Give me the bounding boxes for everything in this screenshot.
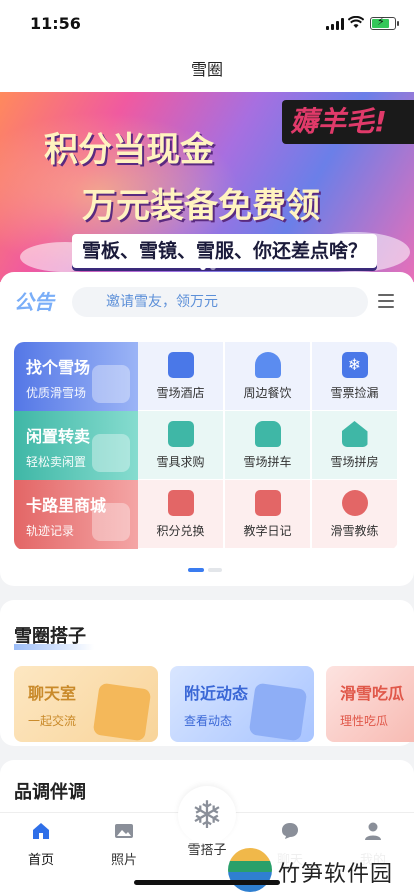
features-card: 公告 邀请雪友，领万元 找个雪场 优质滑雪场 闲置转卖 轻松卖闲置 卡路里商城 … (0, 272, 414, 586)
chat-icon (282, 823, 298, 839)
banner-headline-2: 万元装备免费领 (82, 186, 320, 226)
grid-item-carpool[interactable]: 雪场拼车 (225, 411, 311, 480)
resell-card[interactable]: 闲置转卖 轻松卖闲置 (14, 411, 138, 480)
notice-search[interactable]: 邀请雪友，领万元 (72, 287, 368, 317)
grid-item-label: 雪场酒店 (156, 386, 205, 400)
points-book-icon (167, 490, 194, 516)
grid-item-tickets[interactable]: ❄ 雪票捡漏 (312, 342, 398, 411)
watermark-logo-icon (228, 848, 272, 892)
battery-charging-icon: ⚡ (370, 15, 399, 30)
menu-icon[interactable] (378, 294, 394, 308)
banner-pagination (200, 264, 216, 270)
feature-grid: 找个雪场 优质滑雪场 闲置转卖 轻松卖闲置 卡路里商城 轨迹记录 雪场酒店 周边… (14, 342, 398, 550)
shopping-bag-icon (92, 503, 130, 541)
gossip-tile[interactable]: 滑雪吃瓜 理性吃瓜 (326, 666, 414, 742)
calendar-icon (254, 490, 281, 516)
ski-gear-icon (167, 421, 194, 447)
grid-item-label: 积分兑换 (156, 524, 205, 538)
grid-item-hotel[interactable]: 雪场酒店 (138, 342, 224, 411)
tile-subtitle: 理性吃瓜 (340, 714, 389, 728)
grid-item-diary[interactable]: 教学日记 (225, 480, 311, 549)
banner-headline-1: 积分当现金 (44, 130, 214, 170)
grid-item-label: 教学日记 (243, 524, 292, 538)
tab-home[interactable]: 首页 (6, 821, 76, 868)
photo-icon (115, 824, 133, 838)
skier-icon (341, 490, 368, 516)
grid-item-points[interactable]: 积分兑换 (138, 480, 224, 549)
chatroom-tile[interactable]: 聊天室 一起交流 (14, 666, 158, 742)
profile-icon (365, 822, 381, 840)
exchange-icon (92, 434, 130, 472)
tab-label: 照片 (110, 853, 137, 868)
grid-item-room-share[interactable]: 雪场拼房 (312, 411, 398, 480)
wifi-icon (348, 16, 364, 28)
tile-title: 滑雪吃瓜 (340, 684, 405, 703)
banner-tag: 薅羊毛! (282, 100, 414, 144)
watermark-text: 竹笋软件园 (278, 862, 394, 887)
dining-bell-icon (254, 352, 281, 378)
grid-item-label: 雪具求购 (156, 455, 205, 469)
status-time: 11:56 (30, 14, 81, 33)
nav-bar: 雪圈 (0, 48, 414, 92)
grid-item-label: 雪场拼房 (330, 455, 379, 469)
status-bar: 11:56 ⚡ (0, 0, 414, 48)
section-heading: 品调伴调 (14, 782, 86, 803)
skier-icon (92, 365, 130, 403)
grid-item-label: 雪场拼车 (243, 455, 292, 469)
tab-label: 首页 (27, 853, 54, 868)
section-heading: 雪圈搭子 (14, 622, 94, 650)
snowflake-ticket-icon: ❄ (341, 352, 368, 378)
snowflake-icon[interactable]: ❄ (178, 786, 236, 844)
hotel-icon (167, 352, 194, 378)
nearby-tile[interactable]: 附近动态 查看动态 (170, 666, 314, 742)
calorie-mall-card[interactable]: 卡路里商城 轨迹记录 (14, 480, 138, 549)
grid-pagination (188, 568, 222, 572)
promo-banner[interactable]: 薅羊毛! 积分当现金 万元装备免费领 雪板、雪镜、雪服、你还差点啥？ (0, 92, 414, 282)
shopping-bag-icon (92, 682, 152, 742)
banner-slogan: 雪板、雪镜、雪服、你还差点啥？ (72, 234, 378, 268)
notice-bar: 公告 邀请雪友，领万元 (14, 286, 400, 318)
watermark: 竹笋软件园 (226, 846, 414, 896)
house-icon (341, 421, 368, 447)
notice-logo: 公告 (14, 290, 54, 314)
cellular-signal-icon (326, 18, 344, 30)
grid-item-label: 周边餐饮 (243, 386, 292, 400)
location-pin-icon (248, 682, 308, 742)
partners-section: 雪圈搭子 聊天室 一起交流 附近动态 查看动态 滑雪吃瓜 理性吃瓜 (0, 600, 414, 746)
car-icon (254, 421, 281, 447)
home-icon (33, 823, 49, 839)
find-ski-resort-card[interactable]: 找个雪场 优质滑雪场 (14, 342, 138, 411)
grid-item-dining[interactable]: 周边餐饮 (225, 342, 311, 411)
grid-item-gear-buy[interactable]: 雪具求购 (138, 411, 224, 480)
grid-item-label: 滑雪教练 (330, 524, 379, 538)
grid-item-label: 雪票捡漏 (330, 386, 379, 400)
grid-item-coach[interactable]: 滑雪教练 (312, 480, 398, 549)
page-title: 雪圈 (190, 60, 223, 79)
tab-photos[interactable]: 照片 (89, 821, 159, 868)
home-indicator (134, 880, 280, 885)
